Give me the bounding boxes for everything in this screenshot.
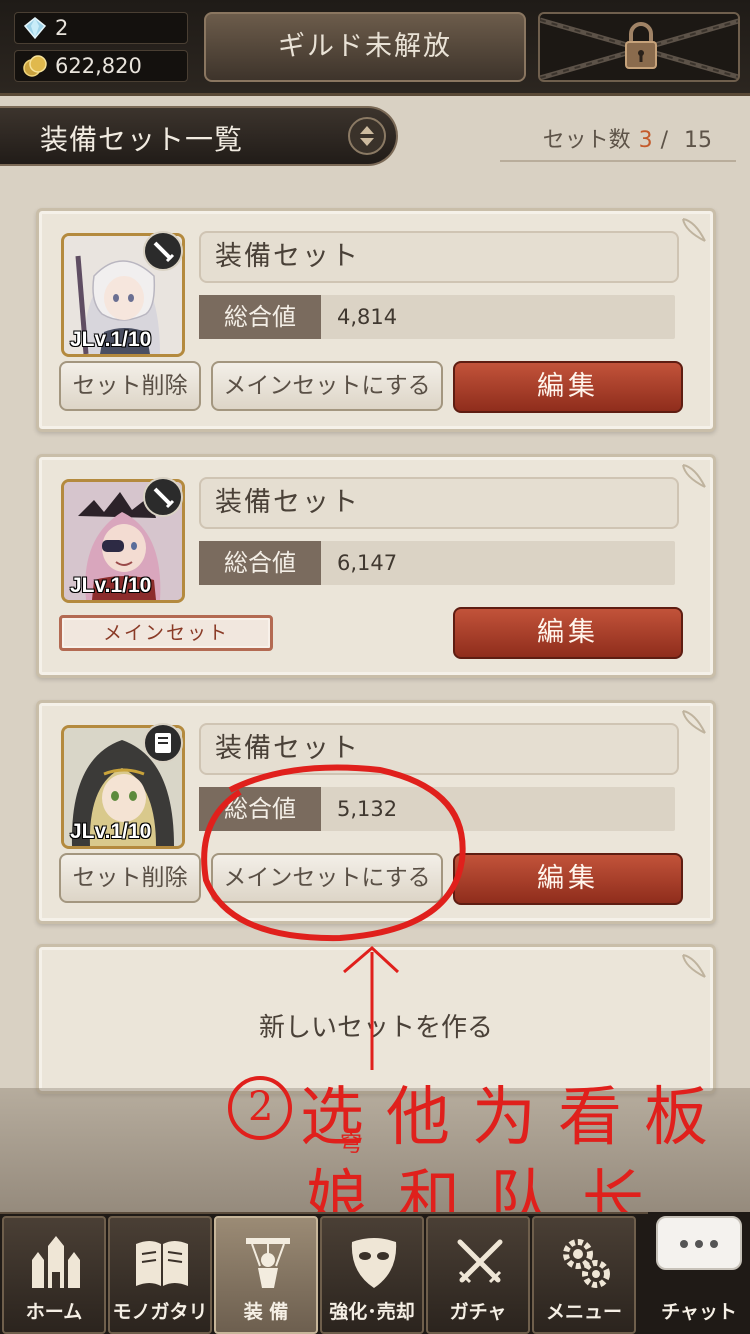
chat-button[interactable]: チャット xyxy=(648,1212,750,1334)
annotation-line-1: 选他为看板 xyxy=(300,1081,730,1155)
nav-label: モノガタリ xyxy=(112,1301,208,1323)
nav-equipment[interactable]: 装 備 xyxy=(214,1216,318,1334)
nav-label: ホーム xyxy=(25,1301,83,1323)
nav-label: メニュー xyxy=(545,1301,622,1323)
chat-bubble-icon xyxy=(656,1216,742,1270)
gears-icon xyxy=(563,1239,610,1288)
nav-menu[interactable]: メニュー xyxy=(532,1216,636,1334)
mask-icon xyxy=(351,1238,397,1288)
bottom-nav: ホーム モノガタリ 装 備 強化･売却 ガチャ メニュー xyxy=(0,1212,750,1334)
nav-label: 強化･売却 xyxy=(329,1301,415,1323)
nav-label: 装 備 xyxy=(243,1301,289,1323)
puppet-icon xyxy=(246,1238,290,1288)
nav-enhance-sell[interactable]: 強化･売却 xyxy=(320,1216,424,1334)
book-icon xyxy=(136,1241,188,1286)
castle-icon xyxy=(32,1236,80,1288)
crossed-swords-icon xyxy=(457,1239,503,1284)
annotation-number: 2 xyxy=(248,1084,274,1130)
nav-gacha[interactable]: ガチャ xyxy=(426,1216,530,1334)
annotation-circle xyxy=(201,764,466,942)
nav-home[interactable]: ホーム xyxy=(2,1216,106,1334)
nav-label: ガチャ xyxy=(449,1301,507,1323)
nav-story[interactable]: モノガタリ xyxy=(108,1216,212,1334)
chat-label: チャット xyxy=(661,1301,737,1323)
